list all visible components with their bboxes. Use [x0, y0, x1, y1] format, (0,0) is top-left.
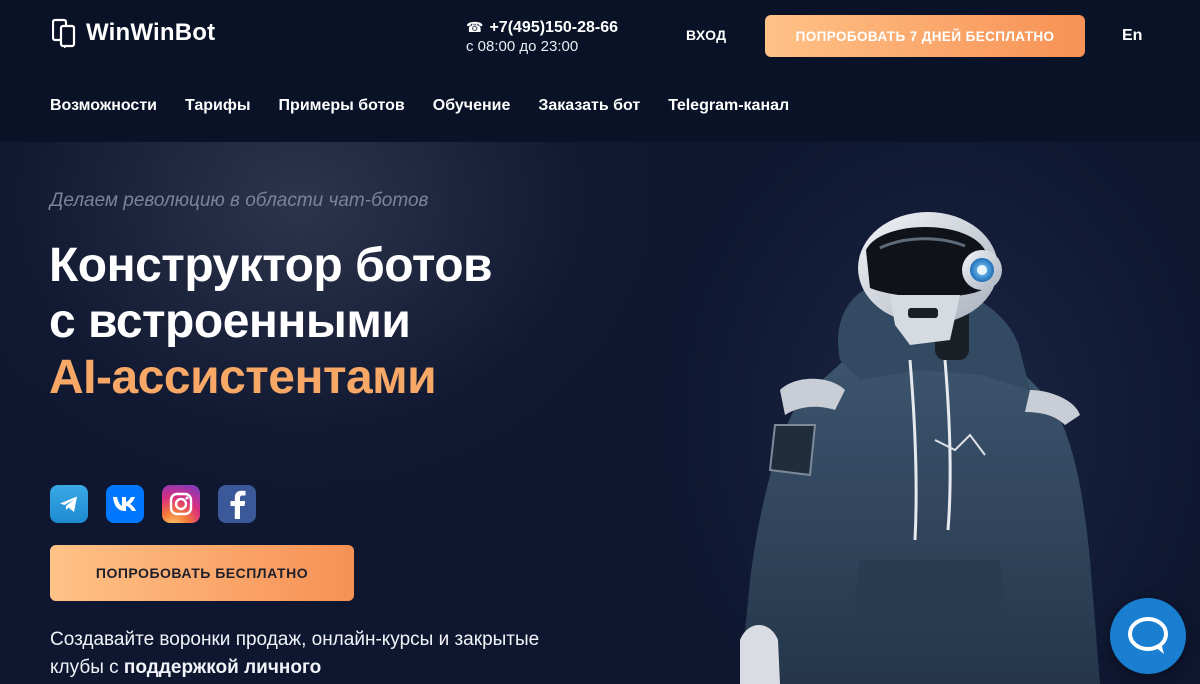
phone-number[interactable]: ☎ +7(495)150-28-66 — [466, 18, 618, 37]
headline-line-1: Конструктор ботов — [49, 239, 493, 292]
telegram-icon[interactable] — [50, 485, 88, 523]
headline-line-2: с встроенными — [49, 295, 411, 348]
logo-icon — [52, 18, 76, 48]
nav-item-bot-examples[interactable]: Примеры ботов — [279, 97, 405, 115]
hero-tagline: Делаем революцию в области чат-ботов — [50, 190, 429, 211]
login-link[interactable]: ВХОД — [686, 27, 726, 43]
logo-text: WinWinBot — [86, 19, 216, 46]
robot-illustration — [740, 212, 1100, 684]
phone-text: +7(495)150-28-66 — [489, 19, 618, 36]
chat-widget-button[interactable] — [1110, 598, 1186, 674]
chat-bubble-icon — [1128, 617, 1168, 654]
vk-icon[interactable] — [106, 485, 144, 523]
contact-block: ☎ +7(495)150-28-66 с 08:00 до 23:00 — [466, 18, 618, 56]
working-hours: с 08:00 до 23:00 — [466, 38, 579, 55]
main-nav: Возможности Тарифы Примеры ботов Обучени… — [50, 97, 789, 115]
site-header: WinWinBot ☎ +7(495)150-28-66 с 08:00 до … — [0, 0, 1200, 142]
nav-item-training[interactable]: Обучение — [433, 97, 511, 115]
instagram-icon[interactable] — [162, 485, 200, 523]
nav-item-order-bot[interactable]: Заказать бот — [538, 97, 640, 115]
hero-subtext: Создавайте воронки продаж, онлайн-курсы … — [50, 626, 570, 682]
nav-item-pricing[interactable]: Тарифы — [185, 97, 251, 115]
social-links — [50, 485, 256, 523]
logo[interactable]: WinWinBot — [52, 18, 215, 48]
hero-headline: Конструктор ботов с встроенными AI-ассис… — [49, 238, 609, 406]
facebook-icon[interactable] — [218, 485, 256, 523]
headline-accent: AI-ассистентами — [49, 351, 437, 404]
try-7-days-button[interactable]: ПОПРОБОВАТЬ 7 ДНЕЙ БЕСПЛАТНО — [765, 15, 1085, 57]
phone-icon: ☎ — [466, 19, 484, 35]
try-free-button[interactable]: ПОПРОБОВАТЬ БЕСПЛАТНО — [50, 545, 354, 601]
subtext-bold: поддержкой личного — [123, 657, 322, 678]
nav-item-features[interactable]: Возможности — [50, 97, 157, 115]
landing-page: WinWinBot ☎ +7(495)150-28-66 с 08:00 до … — [0, 0, 1200, 684]
language-switch[interactable]: En — [1122, 27, 1142, 45]
nav-item-telegram-channel[interactable]: Telegram-канал — [668, 97, 789, 115]
